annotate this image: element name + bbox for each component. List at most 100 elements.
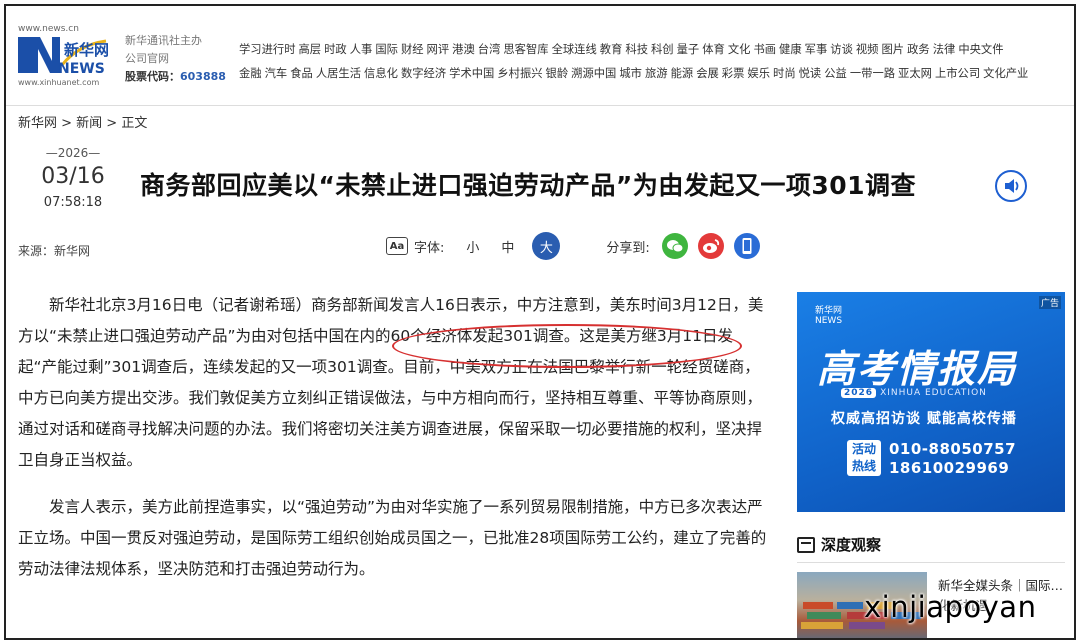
nav-link-row2-16[interactable]: 时尚 xyxy=(773,67,796,80)
nav-link-row2-18[interactable]: 公益 xyxy=(824,67,847,80)
nav-link-row1-1[interactable]: 高层 xyxy=(299,43,322,56)
ad-subline: 2026 XINHUA EDUCATION xyxy=(841,388,987,398)
stock-label: 股票代码： xyxy=(125,70,180,83)
nav-link-row2-19[interactable]: 一带一路 xyxy=(850,67,895,80)
nav-link-row2-9[interactable]: 溯源中国 xyxy=(571,67,616,80)
nav-link-row1-9[interactable]: 思客智库 xyxy=(503,43,548,56)
publish-year: —2026— xyxy=(45,146,101,160)
article-source: 来源：新华网 xyxy=(18,244,91,258)
article-title: 商务部回应美以“未禁止进口强迫劳动产品”为由发起又一项301调查 xyxy=(140,171,917,200)
publish-date: —2026— 03/16 07:58:18 xyxy=(18,146,128,210)
nav-link-row2-12[interactable]: 能源 xyxy=(671,67,694,80)
channel-nav-row-2: 金融 汽车 食品 人居生活 信息化 数字经济 学术中国 乡村振兴 银龄 溯源中国 城市 旅游 能源 会展彩… xyxy=(239,62,1069,86)
nav-link-row2-1[interactable]: 汽车 xyxy=(265,67,288,80)
nav-link-row1-5[interactable]: 财经 xyxy=(401,43,424,56)
nav-link-row1-12[interactable]: 科技 xyxy=(625,43,648,56)
watermark-text: xinjiapoyan xyxy=(864,590,1037,624)
nav-link-row2-2[interactable]: 食品 xyxy=(290,67,313,80)
nav-link-row2-8[interactable]: 银龄 xyxy=(546,67,569,80)
nav-link-row2-15[interactable]: 娱乐 xyxy=(747,67,770,80)
channel-nav-row-1: 学习进行时 高层 时政 人事 国际 财经 网评 港澳 台湾 思客智库 全球连线 教育 科技 科创 量子 体育文… xyxy=(239,38,1069,62)
font-size-small-button[interactable]: 小 xyxy=(466,237,479,256)
font-size-medium-button[interactable]: 中 xyxy=(501,237,514,256)
nav-link-row1-10[interactable]: 全球连线 xyxy=(552,43,597,56)
nav-link-row1-4[interactable]: 国际 xyxy=(375,43,398,56)
divider xyxy=(797,562,1065,563)
ad-phone-numbers: 010-88050757 18610029969 xyxy=(889,440,1017,477)
logo-en-text: NEWS xyxy=(58,61,105,77)
wechat-share-icon[interactable] xyxy=(661,233,688,259)
nav-link-row1-15[interactable]: 体育 xyxy=(702,43,725,56)
nav-link-row1-0[interactable]: 学习进行时 xyxy=(239,43,296,56)
nav-link-row2-17[interactable]: 悦读 xyxy=(799,67,822,80)
nav-link-row2-14[interactable]: 彩票 xyxy=(722,67,745,80)
window-icon xyxy=(797,536,815,553)
publish-time: 07:58:18 xyxy=(43,195,103,210)
gaokao-ad-banner[interactable]: 广告 新华网 NEWS 高考情报局 2026 XINHUA EDUCATION 权威… xyxy=(797,292,1065,512)
nav-link-row2-5[interactable]: 数字经济 xyxy=(401,67,446,80)
nav-link-row1-6[interactable]: 网评 xyxy=(427,43,450,56)
ad-hotline-badge: 活动 热线 xyxy=(847,440,881,476)
nav-link-row1-3[interactable]: 人事 xyxy=(350,43,373,56)
nav-link-row2-4[interactable]: 信息化 xyxy=(364,67,398,80)
org-line-2: 公司官网 xyxy=(125,52,169,65)
article-paragraph: 发言人表示，美方此前捏造事实，以“强迫劳动”为由对华实施了一系列贸易限制措施，中… xyxy=(18,498,767,578)
nav-link-row1-25[interactable]: 中央文件 xyxy=(958,43,1003,56)
nav-link-row2-21[interactable]: 上市公司 xyxy=(935,67,980,80)
logo-url-top: www.news.cn xyxy=(18,24,79,34)
publish-month-day: 03/16 xyxy=(41,164,105,189)
nav-link-row2-3[interactable]: 人居生活 xyxy=(316,67,361,80)
nav-link-row2-22[interactable]: 文化产业 xyxy=(983,67,1028,80)
mobile-share-icon[interactable] xyxy=(733,233,760,259)
site-header: www.news.cn 新华网 NEWS www.xinhuanet.com 新… xyxy=(6,6,1074,106)
red-highlight-ellipse xyxy=(392,324,742,368)
stock-code[interactable]: 603888 xyxy=(180,70,226,83)
nav-link-row1-24[interactable]: 法律 xyxy=(933,43,956,56)
nav-link-row1-22[interactable]: 图片 xyxy=(881,43,904,56)
weibo-share-icon[interactable] xyxy=(697,233,724,259)
logo-cn-text: 新华网 xyxy=(64,41,108,59)
nav-link-row2-0[interactable]: 金融 xyxy=(239,67,262,80)
article-paragraph: 新华社北京3月16日电（记者谢希瑶）商务部新闻发言人16日表示，中方注意到，美东… xyxy=(18,296,764,469)
nav-link-row2-7[interactable]: 乡村振兴 xyxy=(497,67,542,80)
font-size-label: 字体: xyxy=(414,240,445,256)
logo-url-bottom: www.xinhuanet.com xyxy=(18,78,100,87)
nav-link-row1-7[interactable]: 港澳 xyxy=(452,43,475,56)
nav-link-row1-18[interactable]: 健康 xyxy=(779,43,802,56)
font-size-large-button[interactable]: 大 xyxy=(532,232,561,260)
nav-link-row1-16[interactable]: 文化 xyxy=(728,43,751,56)
nav-link-row2-13[interactable]: 会展 xyxy=(696,67,719,80)
ad-headline: 高考情报局 xyxy=(817,347,1018,391)
nav-link-row1-20[interactable]: 访谈 xyxy=(830,43,853,56)
ad-logo: 新华网 NEWS xyxy=(815,306,843,326)
speaker-icon[interactable] xyxy=(995,170,1027,202)
nav-link-row2-20[interactable]: 亚太网 xyxy=(898,67,932,80)
nav-link-row1-21[interactable]: 视频 xyxy=(856,43,879,56)
nav-link-row1-17[interactable]: 书画 xyxy=(753,43,776,56)
xinhua-news-logo-icon: 新华网 NEWS xyxy=(18,37,108,77)
breadcrumb[interactable]: 新华网 > 新闻 > 正文 xyxy=(18,112,147,131)
nav-link-row1-13[interactable]: 科创 xyxy=(651,43,674,56)
nav-link-row1-11[interactable]: 教育 xyxy=(600,43,623,56)
ad-slogan: 权威高招访谈 赋能高校传播 xyxy=(831,411,1017,427)
nav-link-row2-10[interactable]: 城市 xyxy=(619,67,642,80)
stock-info: 股票代码：603888 xyxy=(125,68,226,86)
nav-link-row1-2[interactable]: 时政 xyxy=(324,43,347,56)
nav-link-row1-14[interactable]: 量子 xyxy=(677,43,700,56)
nav-link-row1-19[interactable]: 军事 xyxy=(805,43,828,56)
nav-link-row1-23[interactable]: 政务 xyxy=(907,43,930,56)
deep-observation-heading: 深度观察 xyxy=(797,534,881,555)
nav-link-row1-8[interactable]: 台湾 xyxy=(478,43,501,56)
ad-tag: 广告 xyxy=(1038,296,1061,309)
org-info: 新华通讯社主办 公司官网 股票代码：603888 xyxy=(125,32,226,86)
browser-frame: www.news.cn 新华网 NEWS www.xinhuanet.com 新… xyxy=(4,4,1076,640)
nav-link-row2-6[interactable]: 学术中国 xyxy=(449,67,494,80)
xinhua-logo[interactable]: www.news.cn 新华网 NEWS www.xinhuanet.com xyxy=(18,24,108,88)
deep-observation-title: 深度观察 xyxy=(821,536,882,554)
share-label: 分享到: xyxy=(606,240,650,256)
channel-nav: 学习进行时 高层 时政 人事 国际 财经 网评 港澳 台湾 思客智库 全球连线 教育 科技 科创 量子 体育文… xyxy=(239,38,1069,86)
org-line-1: 新华通讯社主办 xyxy=(125,34,202,47)
article-tools: Aa 字体: 小 中 大 分享到: xyxy=(386,232,760,260)
nav-link-row2-11[interactable]: 旅游 xyxy=(645,67,668,80)
font-size-icon: Aa xyxy=(386,237,408,255)
